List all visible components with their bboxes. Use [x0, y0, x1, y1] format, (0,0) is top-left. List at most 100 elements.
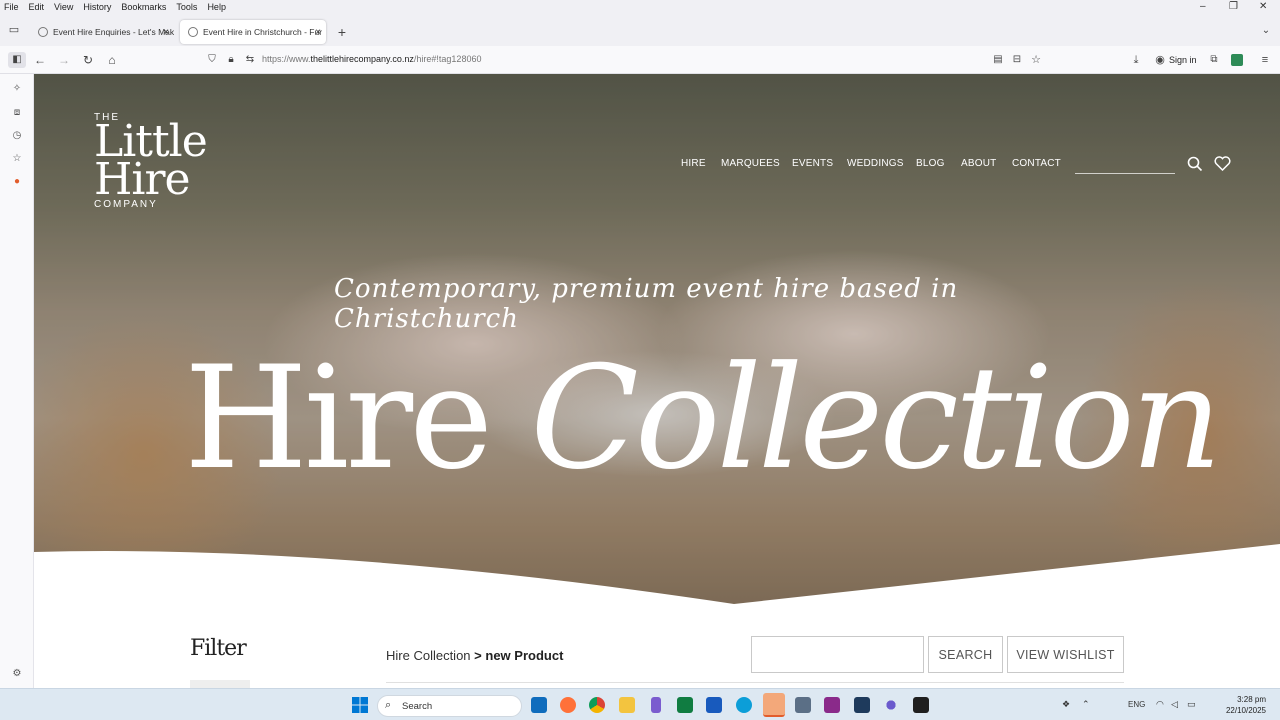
- navigation-toolbar: ◧ ← → ↻ ⌂ ⛉ 🔒︎ ⇆ https://www.thelittlehi…: [0, 46, 1280, 74]
- dropbox-icon[interactable]: ❖: [1062, 699, 1070, 710]
- filter-heading: Filter: [190, 636, 247, 661]
- permissions-icon[interactable]: ⇆: [242, 52, 258, 68]
- file-explorer-icon[interactable]: [619, 697, 635, 713]
- tab-close-icon[interactable]: ×: [315, 27, 321, 38]
- divider: [386, 682, 1124, 683]
- url-prefix: https://www.: [262, 54, 311, 64]
- headline-part-2: Collection: [530, 336, 1222, 501]
- windows-start-icon[interactable]: [352, 697, 368, 713]
- app-monitor-icon[interactable]: [854, 697, 870, 713]
- nav-about[interactable]: ABOUT: [961, 158, 996, 169]
- nav-weddings[interactable]: WEDDINGS: [847, 158, 904, 169]
- sidebar-toggle-icon[interactable]: ◧: [8, 52, 26, 68]
- menu-edit[interactable]: Edit: [24, 2, 50, 12]
- hero-tagline: Contemporary, premium event hire based i…: [334, 274, 959, 334]
- tray-chevron-icon[interactable]: ⌃: [1082, 699, 1090, 710]
- app-purple-icon[interactable]: [824, 697, 840, 713]
- site-logo[interactable]: THE Little Hire COMPANY: [94, 112, 208, 210]
- minimize-icon[interactable]: –: [1200, 1, 1206, 12]
- account-icon[interactable]: ◉: [1152, 52, 1168, 68]
- menu-history[interactable]: History: [78, 2, 116, 12]
- bookmarks-icon[interactable]: ☆: [11, 153, 23, 165]
- sign-in-button[interactable]: Sign in: [1169, 55, 1197, 65]
- active-app-icon[interactable]: [763, 693, 785, 717]
- address-bar[interactable]: https://www.thelittlehirecompany.co.nz/h…: [262, 54, 481, 64]
- nav-marquees[interactable]: MARQUEES: [721, 158, 780, 169]
- menu-file[interactable]: File: [0, 2, 24, 12]
- tab-close-icon[interactable]: ×: [163, 27, 169, 38]
- menu-bar: File Edit View History Bookmarks Tools H…: [0, 0, 1280, 14]
- restore-icon[interactable]: ❐: [1229, 1, 1238, 12]
- edge-icon[interactable]: [736, 697, 752, 713]
- search-button[interactable]: SEARCH: [928, 636, 1003, 673]
- bookmark-star-icon[interactable]: ☆: [1028, 52, 1044, 68]
- extensions-icon[interactable]: ⧉: [1206, 52, 1222, 68]
- reload-icon[interactable]: ↻: [80, 52, 96, 68]
- globe-icon: [38, 27, 48, 37]
- tab-strip: ▭ Event Hire Enquiries - Let's Mak × Eve…: [0, 14, 1280, 46]
- tab-label: Event Hire in Christchurch - Fur: [203, 27, 323, 37]
- app-pen-icon[interactable]: [651, 697, 661, 713]
- ai-chatbot-icon[interactable]: ✧: [11, 83, 23, 95]
- clock-date: 22/10/2025: [1225, 706, 1266, 715]
- app-menu-icon[interactable]: ≡: [1257, 52, 1273, 68]
- sticky-notes-icon[interactable]: [913, 697, 929, 713]
- volume-icon[interactable]: ◁: [1171, 699, 1178, 710]
- menu-help[interactable]: Help: [202, 2, 231, 12]
- search-icon[interactable]: [1187, 156, 1203, 172]
- search-icon: ⌕: [385, 699, 392, 711]
- web-page: THE Little Hire COMPANY HIRE MARQUEES EV…: [34, 74, 1280, 688]
- language-indicator[interactable]: ENG: [1128, 700, 1145, 709]
- taskbar-clock[interactable]: 3:28 pm 22/10/2025: [1226, 694, 1266, 716]
- battery-icon[interactable]: ▭: [1187, 699, 1196, 710]
- wishlist-heart-icon[interactable]: [1214, 156, 1231, 171]
- nav-contact[interactable]: CONTACT: [1012, 158, 1061, 169]
- save-to-pocket-icon[interactable]: ⊟: [1009, 52, 1025, 68]
- tab-list-chevron-icon[interactable]: ⌄: [1258, 23, 1274, 39]
- firefox-icon[interactable]: [560, 697, 576, 713]
- new-tab-button[interactable]: +: [334, 24, 350, 40]
- breadcrumb-separator: >: [474, 648, 482, 663]
- reader-view-icon[interactable]: ▤: [990, 52, 1006, 68]
- sidebar-settings-icon[interactable]: ⚙: [11, 668, 23, 680]
- taskbar-search[interactable]: ⌕ Search: [377, 695, 522, 717]
- site-search-input[interactable]: [1075, 173, 1175, 174]
- logo-company: COMPANY: [94, 199, 158, 210]
- view-wishlist-button[interactable]: VIEW WISHLIST: [1007, 636, 1124, 673]
- nav-blog[interactable]: BLOG: [916, 158, 945, 169]
- menu-view[interactable]: View: [49, 2, 78, 12]
- synced-tabs-icon[interactable]: ⧈: [11, 107, 23, 119]
- tracking-shield-icon[interactable]: ⛉: [204, 52, 220, 68]
- wifi-icon[interactable]: ◠: [1156, 699, 1164, 710]
- tab-event-hire-christchurch[interactable]: Event Hire in Christchurch - Fur ×: [180, 20, 326, 44]
- tab-event-hire-enquiries[interactable]: Event Hire Enquiries - Let's Mak ×: [30, 20, 174, 44]
- nav-hire[interactable]: HIRE: [681, 158, 706, 169]
- product-search-input[interactable]: [751, 636, 924, 673]
- lock-icon[interactable]: 🔒︎: [223, 52, 239, 68]
- history-icon[interactable]: ◷: [11, 130, 23, 142]
- app-gear-icon[interactable]: [883, 697, 899, 713]
- taskbar-search-label: Search: [402, 700, 433, 712]
- menu-tools[interactable]: Tools: [171, 2, 202, 12]
- close-window-icon[interactable]: ✕: [1259, 1, 1267, 12]
- tab-overview-icon[interactable]: ▭: [6, 22, 22, 38]
- home-icon[interactable]: ⌂: [104, 52, 120, 68]
- tab-label: Event Hire Enquiries - Let's Mak: [53, 27, 174, 37]
- headline-part-1: Hire: [184, 336, 531, 501]
- downloads-icon[interactable]: ⤓: [1128, 52, 1144, 68]
- chrome-icon[interactable]: [589, 697, 605, 713]
- browser-sidebar: ✧ ⧈ ◷ ☆ ● ⚙: [0, 74, 34, 688]
- calculator-icon[interactable]: [795, 697, 811, 713]
- extension-green-icon[interactable]: [1231, 54, 1243, 66]
- url-domain: thelittlehirecompany.co.nz: [310, 54, 414, 64]
- nav-events[interactable]: EVENTS: [792, 158, 833, 169]
- word-icon[interactable]: [706, 697, 722, 713]
- back-icon[interactable]: ←: [32, 52, 48, 68]
- forward-icon[interactable]: →: [56, 52, 72, 68]
- menu-bookmarks[interactable]: Bookmarks: [116, 2, 171, 12]
- breadcrumb-root[interactable]: Hire Collection: [386, 648, 471, 663]
- filter-item-placeholder: [190, 680, 250, 688]
- extension-colorful-icon[interactable]: ●: [11, 176, 23, 188]
- outlook-icon[interactable]: [531, 697, 547, 713]
- excel-icon[interactable]: [677, 697, 693, 713]
